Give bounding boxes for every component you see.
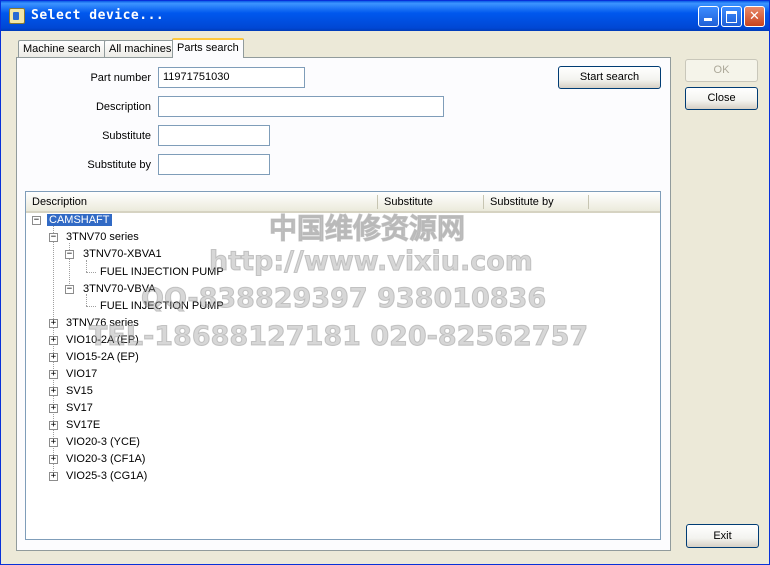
close-window-button[interactable]: ✕ (744, 6, 765, 27)
tab-machine-search[interactable]: Machine search (18, 40, 106, 57)
expand-icon[interactable]: + (49, 319, 58, 328)
tree-node-part[interactable]: FUEL INJECTION PUMP (100, 298, 224, 315)
tree-node-series[interactable]: VIO10-2A (EP) (66, 332, 139, 349)
tree-node-model[interactable]: 3TNV70-XBVA1 (83, 246, 162, 263)
collapse-series-icon[interactable]: − (49, 233, 58, 242)
select-device-window: Select device... ✕ Machine search All ma… (0, 0, 770, 565)
tree-node-part[interactable]: FUEL INJECTION PUMP (100, 264, 224, 281)
part-number-input[interactable]: 11971751030 (158, 67, 305, 88)
tab-parts-search[interactable]: Parts search (172, 38, 244, 58)
description-input[interactable] (158, 96, 444, 117)
tree-node-series[interactable]: VIO17 (66, 366, 97, 383)
substitute-by-input[interactable] (158, 154, 270, 175)
tree-node-series[interactable]: SV17E (66, 417, 100, 434)
ok-button[interactable]: OK (685, 59, 758, 82)
expand-icon[interactable]: + (49, 336, 58, 345)
description-label: Description (95, 101, 151, 113)
column-header-substitute-by[interactable]: Substitute by (484, 192, 589, 211)
expand-icon[interactable]: + (49, 404, 58, 413)
tree-node-series[interactable]: VIO20-3 (CF1A) (66, 451, 145, 468)
collapse-model-icon[interactable]: − (65, 250, 74, 259)
tree-node-series[interactable]: 3TNV70 series (66, 229, 139, 246)
window-title: Select device... (31, 8, 165, 23)
tree-node-series[interactable]: 3TNV76 series (66, 315, 139, 332)
close-icon: ✕ (749, 9, 760, 24)
collapse-root-icon[interactable]: − (32, 216, 41, 225)
minimize-icon (704, 18, 712, 21)
tab-all-machines[interactable]: All machines (104, 40, 177, 57)
substitute-by-label: Substitute by (87, 159, 151, 171)
tree-node-series[interactable]: SV17 (66, 400, 93, 417)
expand-icon[interactable]: + (49, 387, 58, 396)
column-header-substitute[interactable]: Substitute (378, 192, 484, 211)
expand-icon[interactable]: + (49, 353, 58, 362)
tree-node-model[interactable]: 3TNV70-VBVA (83, 281, 156, 298)
title-bar[interactable]: Select device... ✕ (1, 1, 769, 31)
collapse-model-icon[interactable]: − (65, 285, 74, 294)
close-button[interactable]: Close (685, 87, 758, 110)
start-search-button[interactable]: Start search (558, 66, 661, 89)
maximize-button[interactable] (721, 6, 742, 27)
expand-icon[interactable]: + (49, 455, 58, 464)
expand-icon[interactable]: + (49, 438, 58, 447)
app-icon (9, 8, 25, 24)
minimize-button[interactable] (698, 6, 719, 27)
expand-icon[interactable]: + (49, 421, 58, 430)
part-number-label: Part number (90, 72, 151, 84)
expand-icon[interactable]: + (49, 472, 58, 481)
tree-node-series[interactable]: VIO20-3 (YCE) (66, 434, 140, 451)
tree-header: Description Substitute Substitute by (26, 192, 660, 213)
substitute-label: Substitute (102, 130, 151, 142)
tree-node-series[interactable]: SV15 (66, 383, 93, 400)
maximize-icon (726, 11, 737, 23)
parts-tree-view[interactable]: Description Substitute Substitute by − C… (25, 191, 661, 540)
column-header-description[interactable]: Description (26, 192, 378, 211)
exit-button[interactable]: Exit (686, 524, 759, 548)
tree-node-series[interactable]: VIO15-2A (EP) (66, 349, 139, 366)
tree-node-camshaft[interactable]: CAMSHAFT (47, 212, 112, 229)
substitute-input[interactable] (158, 125, 270, 146)
tree-node-series[interactable]: VIO25-3 (CG1A) (66, 468, 147, 485)
expand-icon[interactable]: + (49, 370, 58, 379)
